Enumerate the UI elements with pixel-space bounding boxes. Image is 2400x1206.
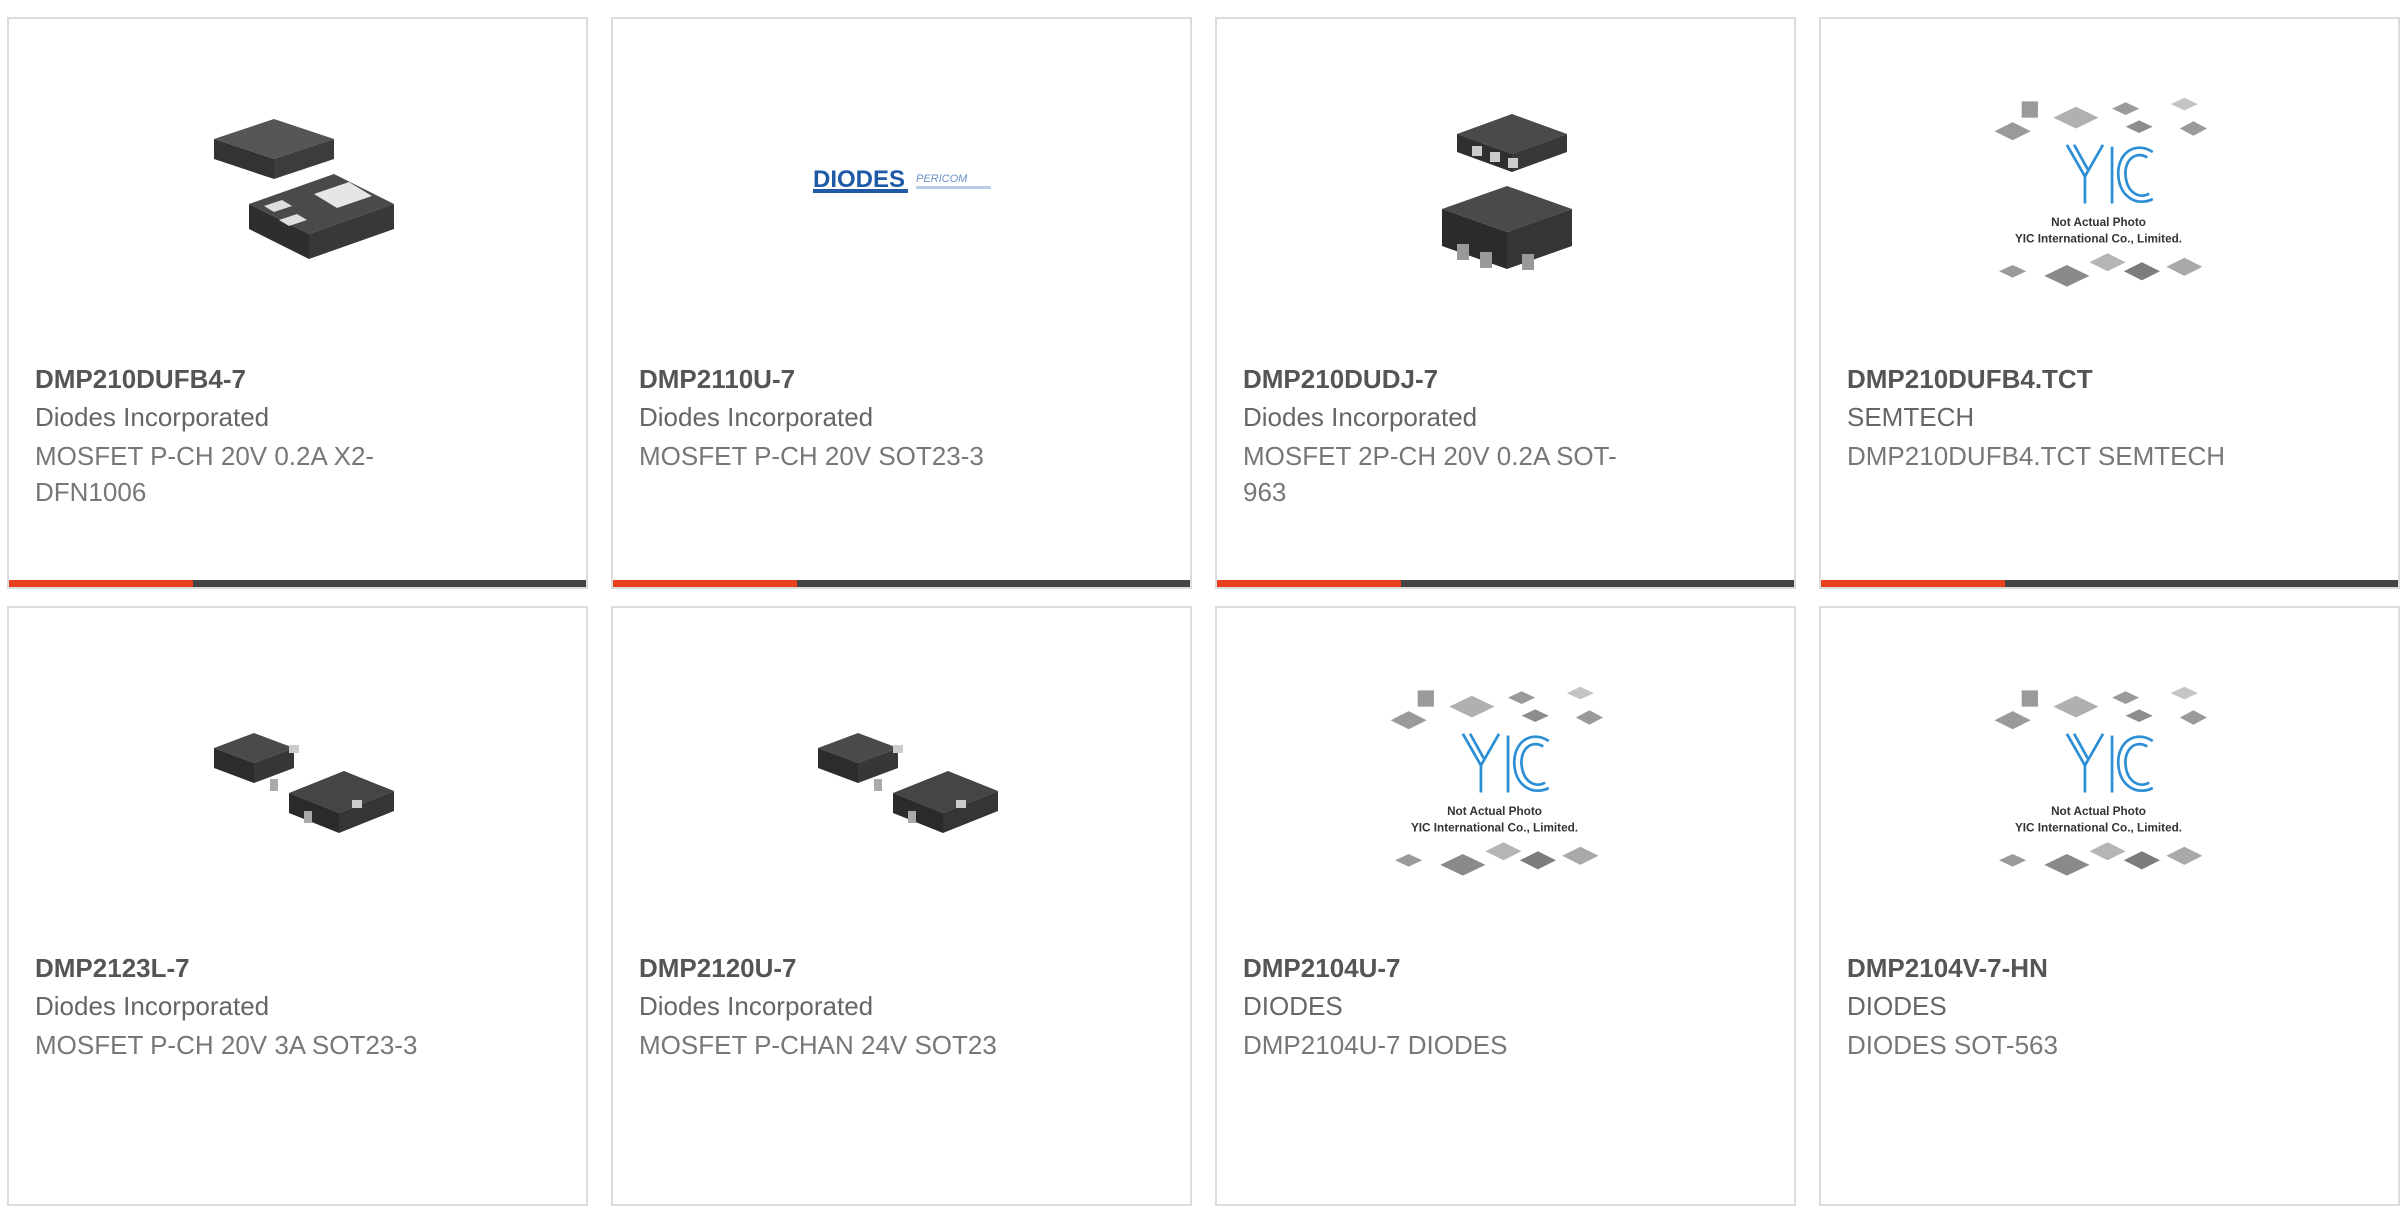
- placeholder-image: Not Actual Photo YIC International Co., …: [1994, 97, 2207, 287]
- part-number[interactable]: DMP210DUFB4-7: [35, 364, 246, 395]
- placeholder-caption-2: YIC International Co., Limited.: [2015, 232, 2182, 245]
- product-card[interactable]: DIODES PERICOM DMP2110U-7 Diodes Incorpo…: [611, 17, 1192, 589]
- description: MOSFET 2P-CH 20V 0.2A SOT-963: [1243, 441, 1617, 507]
- manufacturer: Diodes Incorporated: [639, 991, 874, 1021]
- product-grid: DMP210DUFB4-7 Diodes Incorporated MOSFET…: [0, 0, 2400, 1206]
- manufacturer: SEMTECH: [1847, 402, 1975, 432]
- product-image[interactable]: [194, 89, 404, 309]
- accent-bar: [9, 580, 193, 587]
- product-image[interactable]: Not Actual Photo YIC International Co., …: [1994, 678, 2216, 898]
- sot23-package-image: [818, 733, 998, 833]
- placeholder-caption-2: YIC International Co., Limited.: [2015, 821, 2182, 834]
- placeholder-caption: Not Actual Photo: [1447, 805, 1542, 818]
- description: DMP210DUFB4.TCT SEMTECH: [1847, 441, 2226, 471]
- card-bottom-bar: [1217, 580, 1794, 587]
- product-image[interactable]: Not Actual Photo YIC International Co., …: [1994, 89, 2216, 309]
- description: MOSFET P-CH 20V SOT23-3: [639, 441, 984, 471]
- product-image[interactable]: [798, 678, 1008, 898]
- product-card[interactable]: Not Actual Photo YIC International Co., …: [1215, 606, 1796, 1206]
- product-image[interactable]: Not Actual Photo YIC International Co., …: [1390, 678, 1612, 898]
- accent-bar: [1217, 580, 1401, 587]
- product-card[interactable]: DMP210DUFB4-7 Diodes Incorporated MOSFET…: [7, 17, 588, 589]
- part-number[interactable]: DMP2120U-7: [639, 953, 797, 984]
- dfn-package-image: [214, 119, 394, 259]
- placeholder-caption: Not Actual Photo: [2051, 216, 2146, 229]
- placeholder-caption: Not Actual Photo: [2051, 805, 2146, 818]
- part-number[interactable]: DMP2104U-7: [1243, 953, 1401, 984]
- placeholder-image: Not Actual Photo YIC International Co., …: [1390, 686, 1603, 876]
- sot963-package-image: [1442, 114, 1572, 270]
- logo-sub-text: PERICOM: [916, 173, 968, 185]
- manufacturer: Diodes Incorporated: [35, 991, 270, 1021]
- part-number[interactable]: DMP210DUDJ-7: [1243, 364, 1438, 395]
- card-bottom-bar: [9, 580, 586, 587]
- part-number[interactable]: DMP210DUFB4.TCT: [1847, 364, 2093, 395]
- product-card[interactable]: DMP210DUDJ-7 Diodes Incorporated MOSFET …: [1215, 17, 1796, 589]
- diodes-logo-image: DIODES PERICOM: [813, 166, 991, 193]
- description: DIODES SOT-563: [1847, 1030, 2058, 1060]
- manufacturer: DIODES: [1847, 991, 1947, 1021]
- manufacturer: Diodes Incorporated: [35, 402, 270, 432]
- card-bottom-bar: [613, 580, 1190, 587]
- description: DMP2104U-7 DIODES: [1243, 1030, 1508, 1060]
- card-bottom-bar: [1821, 580, 2398, 587]
- product-image[interactable]: [194, 678, 404, 898]
- description: MOSFET P-CH 20V 3A SOT23-3: [35, 1030, 418, 1060]
- product-card[interactable]: Not Actual Photo YIC International Co., …: [1819, 606, 2400, 1206]
- product-card[interactable]: DMP2120U-7 Diodes Incorporated MOSFET P-…: [611, 606, 1192, 1206]
- accent-bar: [1821, 580, 2005, 587]
- part-number[interactable]: DMP2104V-7-HN: [1847, 953, 2048, 984]
- product-card[interactable]: DMP2123L-7 Diodes Incorporated MOSFET P-…: [7, 606, 588, 1206]
- product-card[interactable]: Not Actual Photo YIC International Co., …: [1819, 17, 2400, 589]
- manufacturer: DIODES: [1243, 991, 1343, 1021]
- part-number[interactable]: DMP2123L-7: [35, 953, 190, 984]
- logo-text: DIODES: [813, 166, 905, 193]
- manufacturer: Diodes Incorporated: [1243, 402, 1478, 432]
- product-image[interactable]: [1402, 89, 1612, 309]
- description: MOSFET P-CH 20V 0.2A X2-DFN1006: [35, 441, 375, 507]
- sot23-package-image: [214, 733, 394, 833]
- accent-bar: [613, 580, 797, 587]
- description: MOSFET P-CHAN 24V SOT23: [639, 1030, 997, 1060]
- placeholder-caption-2: YIC International Co., Limited.: [1411, 821, 1578, 834]
- manufacturer: Diodes Incorporated: [639, 402, 874, 432]
- product-image[interactable]: DIODES PERICOM: [798, 89, 1008, 309]
- part-number[interactable]: DMP2110U-7: [639, 364, 795, 395]
- placeholder-image: Not Actual Photo YIC International Co., …: [1994, 686, 2207, 876]
